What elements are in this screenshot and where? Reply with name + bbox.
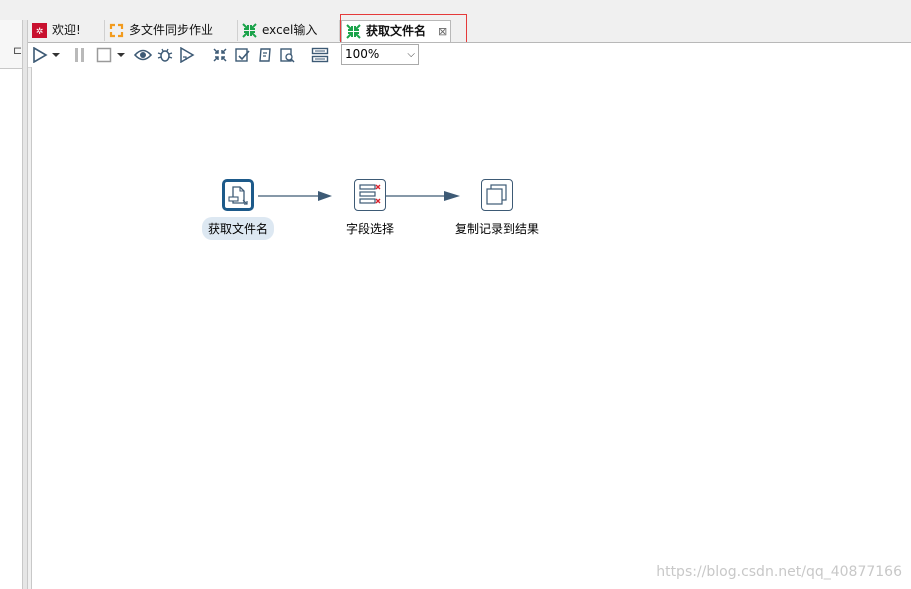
step-label: 字段选择 <box>346 222 395 236</box>
stop-icon[interactable] <box>95 46 113 64</box>
preview-icon[interactable] <box>134 46 152 64</box>
panel-menu-icon[interactable]: ⊏ <box>13 44 22 57</box>
tab-welcome[interactable]: ✲ 欢迎! <box>28 20 105 41</box>
transformation-toolbar: 100% ⌵ <box>28 42 911 68</box>
left-panel-toolbar: ⊏ <box>0 40 22 69</box>
job-icon <box>108 22 125 39</box>
copy-rows-to-result-icon <box>481 179 513 211</box>
tab-label: excel输入 <box>262 23 318 37</box>
sql-icon[interactable] <box>256 46 274 64</box>
transformation-canvas[interactable]: 获取文件名 字段选择 复制记录到结果 https://blog.csdn.net… <box>31 67 911 589</box>
watermark: https://blog.csdn.net/qq_40877166 <box>656 564 902 580</box>
explore-db-icon[interactable] <box>278 46 296 64</box>
verify-icon[interactable] <box>211 46 229 64</box>
tab-label: 多文件同步作业 <box>129 23 214 37</box>
panel-splitter[interactable] <box>23 20 28 589</box>
pause-icon[interactable] <box>71 46 89 64</box>
get-file-names-icon <box>222 179 254 211</box>
tab-excel-input[interactable]: excel输入 <box>238 20 340 41</box>
chevron-down-icon: ⌵ <box>407 49 415 60</box>
zoom-select[interactable]: 100% ⌵ <box>341 44 419 65</box>
show-results-icon[interactable] <box>311 46 329 64</box>
run-icon[interactable] <box>31 46 49 64</box>
transformation-icon <box>241 22 258 39</box>
svg-text:✲: ✲ <box>36 27 44 37</box>
step-copy-rows-to-result[interactable]: 复制记录到结果 <box>449 179 545 240</box>
kettle-welcome-icon: ✲ <box>31 22 48 39</box>
run-dropdown-icon[interactable] <box>51 46 61 64</box>
hops-layer <box>258 191 460 201</box>
select-values-icon <box>354 179 386 211</box>
tab-bar: ✲ 欢迎! 多文件同步作业 excel输入 获取文件名 ⊠ <box>28 20 911 42</box>
step-get-file-names[interactable]: 获取文件名 <box>202 179 275 240</box>
left-panel-header <box>0 20 22 41</box>
stop-dropdown-icon[interactable] <box>116 46 126 64</box>
left-panel: ⊏ <box>0 20 23 589</box>
step-label: 复制记录到结果 <box>455 222 540 236</box>
tab-multi-file-sync-job[interactable]: 多文件同步作业 <box>105 20 238 41</box>
tab-label: 欢迎! <box>52 23 81 37</box>
impact-icon[interactable] <box>233 46 251 64</box>
debug-icon[interactable] <box>156 46 174 64</box>
zoom-value: 100% <box>345 47 380 61</box>
step-select-values[interactable]: 字段选择 <box>340 179 400 240</box>
step-label: 获取文件名 <box>202 217 275 240</box>
replay-icon[interactable] <box>178 46 196 64</box>
